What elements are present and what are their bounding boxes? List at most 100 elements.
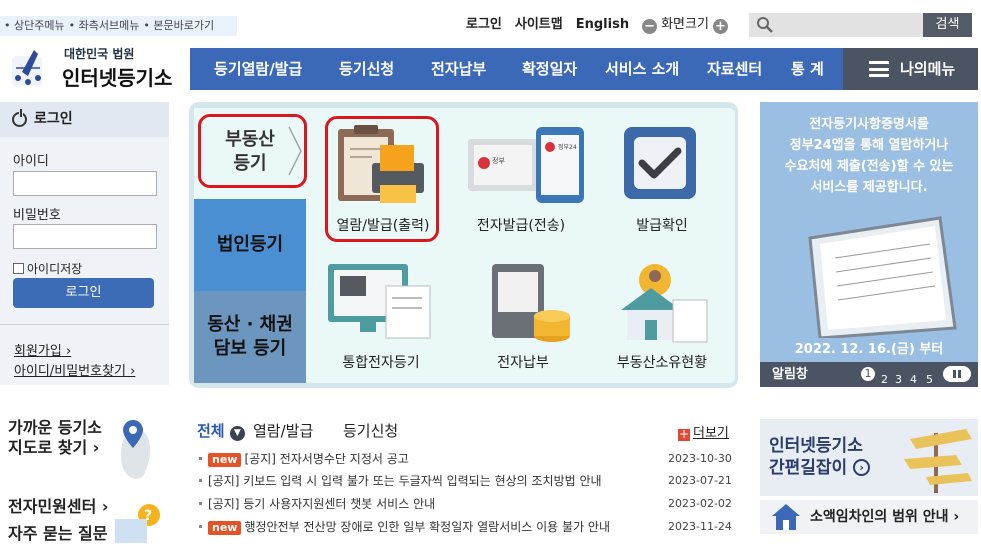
promo-banner[interactable]: 전자등기사항증명서를 정부24앱을 통해 열람하거나 수요처에 제출(전송)할 … [760, 102, 978, 387]
service-e-issue-label[interactable]: 전자발급(전송) [451, 215, 591, 235]
service-verify-label[interactable]: 발급확인 [592, 215, 732, 235]
nav-service-intro[interactable]: 서비스 소개 [605, 48, 679, 90]
news-tab-apply[interactable]: 등기신청 [343, 420, 398, 441]
login-panel-header: 로그인 [0, 102, 169, 137]
pause-icon[interactable] [943, 366, 971, 382]
bullet-icon [199, 502, 202, 505]
zoom-in-button[interactable]: + [712, 19, 728, 34]
payment-coins-icon [492, 264, 570, 342]
site-logo[interactable]: 대한민국 법원 인터넷등기소 [8, 42, 178, 92]
tab-corporate[interactable]: 법인등기 [194, 199, 306, 291]
search-button[interactable]: 검색 [923, 13, 972, 37]
more-link[interactable]: + 더보기 [678, 422, 729, 441]
printer-document-icon [338, 125, 424, 203]
plus-icon: + [678, 427, 690, 441]
service-print-icon[interactable] [332, 123, 442, 205]
notice-page-2[interactable]: 2 [881, 367, 888, 392]
news-date: 2023-07-21 [668, 474, 732, 487]
nearby-line2: 지도로 찾기 › [8, 438, 100, 457]
search-input[interactable] [749, 13, 923, 37]
quick-guide-banner[interactable]: 인터넷등기소 간편길잡이 › [760, 419, 978, 496]
zoom-label: 화면크기 [661, 17, 709, 32]
new-badge: new [208, 453, 242, 467]
nav-resource-center[interactable]: 자료센터 [707, 48, 762, 90]
news-item[interactable]: new [공지] 전자서명수단 지정서 공고 2023-10-30 [199, 450, 732, 468]
highlight-box [198, 114, 307, 188]
remember-id-label: 아이디저장 [27, 262, 83, 276]
notice-page-5[interactable]: 5 [926, 367, 933, 392]
news-title: [공지] 키보드 입력 시 입력 불가 또는 두글자씩 입력되는 현상의 조치방… [208, 474, 602, 488]
court-emblem-icon [12, 50, 42, 86]
news-title: 행정안전부 전산망 장애로 인한 일부 확정일자 열람서비스 이용 불가 안내 [244, 520, 611, 534]
service-ownership-label[interactable]: 부동산소유현황 [592, 352, 732, 372]
bullet-icon [199, 525, 202, 528]
nearby-registry-link[interactable]: 가까운 등기소 지도로 찾기 › [8, 418, 102, 458]
remember-id-checkbox[interactable]: 아이디저장 [13, 260, 82, 277]
service-integrated-label[interactable]: 통합전자등기 [311, 352, 451, 372]
notice-page-3[interactable]: 3 [895, 367, 902, 392]
signpost-icon [904, 429, 972, 493]
service-verify-icon[interactable] [620, 123, 730, 205]
service-e-issue-icon[interactable]: 정부 정부24 [466, 123, 584, 205]
skip-link-content[interactable]: • 본문바로가기 [143, 19, 214, 32]
service-integrated-icon[interactable] [326, 262, 436, 344]
login-link[interactable]: 로그인 [466, 17, 502, 32]
utility-links: 로그인 사이트맵 English − 화면크기 + [466, 16, 728, 34]
skip-link-side-menu[interactable]: • 좌측서브메뉴 [69, 19, 140, 32]
small-lease-guide-link[interactable]: 소액임차인의 범위 안내 › [760, 500, 978, 534]
find-account-link[interactable]: 아이디/비밀번호찾기 › [14, 360, 135, 379]
join-link[interactable]: 회원가입 › [14, 340, 71, 359]
e-civil-center-link[interactable]: 전자민원센터 › [8, 497, 109, 517]
zoom-out-button[interactable]: − [642, 19, 658, 34]
nav-e-payment[interactable]: 전자납부 [431, 48, 486, 90]
tab-movable-collateral[interactable]: 동산 · 채권 담보 등기 [194, 291, 306, 383]
nav-statistics[interactable]: 통 계 [791, 48, 824, 90]
id-label: 아이디 [13, 154, 49, 169]
bullet-icon [199, 457, 202, 460]
faq-question-icon: ? [115, 504, 160, 543]
news-tab-view[interactable]: 열람/발급 [253, 420, 313, 441]
bullet-icon [199, 479, 202, 482]
service-ownership-icon[interactable] [617, 262, 727, 344]
login-panel-title: 로그인 [34, 111, 73, 127]
sitemap-link[interactable]: 사이트맵 [515, 17, 563, 32]
skip-link-top-menu[interactable]: • 상단주메뉴 [4, 19, 65, 32]
id-input[interactable] [13, 171, 157, 196]
news-item[interactable]: new 행정안전부 전산망 장애로 인한 일부 확정일자 열람서비스 이용 불가 … [199, 518, 732, 536]
tablet-illustration-icon [808, 216, 957, 338]
english-link[interactable]: English [576, 17, 629, 32]
guide-text: 인터넷등기소 간편길잡이 › [769, 435, 871, 479]
service-print-label[interactable]: 열람/발급(출력) [313, 215, 453, 235]
tablet-heading-text: 정부 [492, 156, 505, 165]
nearby-line1: 가까운 등기소 [8, 418, 102, 437]
nav-registry-apply[interactable]: 등기신청 [339, 48, 394, 90]
chevron-down-icon: ▼ [229, 426, 245, 441]
notice-bar: 알림창 1 2 3 4 5 [760, 362, 978, 387]
notice-page-1[interactable]: 1 [861, 367, 875, 381]
news-item[interactable]: [공지] 키보드 입력 시 입력 불가 또는 두글자씩 입력되는 현상의 조치방… [199, 472, 732, 490]
banner-date: 2022. 12. 16.(금) 부터 [794, 342, 944, 357]
notice-page-4[interactable]: 4 [910, 367, 917, 392]
hamburger-icon [869, 61, 889, 77]
monitor-document-icon [328, 264, 431, 339]
news-date: 2023-10-30 [668, 452, 732, 465]
password-label: 비밀번호 [13, 208, 61, 223]
logo-court-name: 대한민국 법원 [64, 47, 135, 61]
search-icon [757, 17, 773, 33]
house-w-icon [772, 504, 800, 530]
power-icon [12, 109, 27, 127]
korea-map-pin-icon [120, 420, 150, 479]
faq-link[interactable]: 자주 묻는 질문 [8, 524, 107, 544]
my-menu-button[interactable]: 나의메뉴 [843, 48, 978, 90]
service-payment-label[interactable]: 전자납부 [453, 352, 593, 372]
password-input[interactable] [13, 224, 157, 249]
service-payment-icon[interactable] [488, 262, 598, 344]
login-panel: 로그인 아이디 비밀번호 아이디저장 로그인 회원가입 › 아이디/비밀번호찾기… [0, 102, 169, 385]
new-badge: new [208, 521, 242, 535]
news-item[interactable]: [공지] 등기 사용자지원센터 챗봇 서비스 안내 2023-02-02 [199, 495, 732, 513]
nav-fixed-date[interactable]: 확정일자 [522, 48, 577, 90]
nav-registry-view[interactable]: 등기열람/발급 [214, 48, 302, 90]
news-tab-all[interactable]: 전체 ▼ [197, 420, 245, 441]
tablet-app-text: 정부24 [558, 144, 577, 151]
login-button[interactable]: 로그인 [13, 278, 154, 308]
